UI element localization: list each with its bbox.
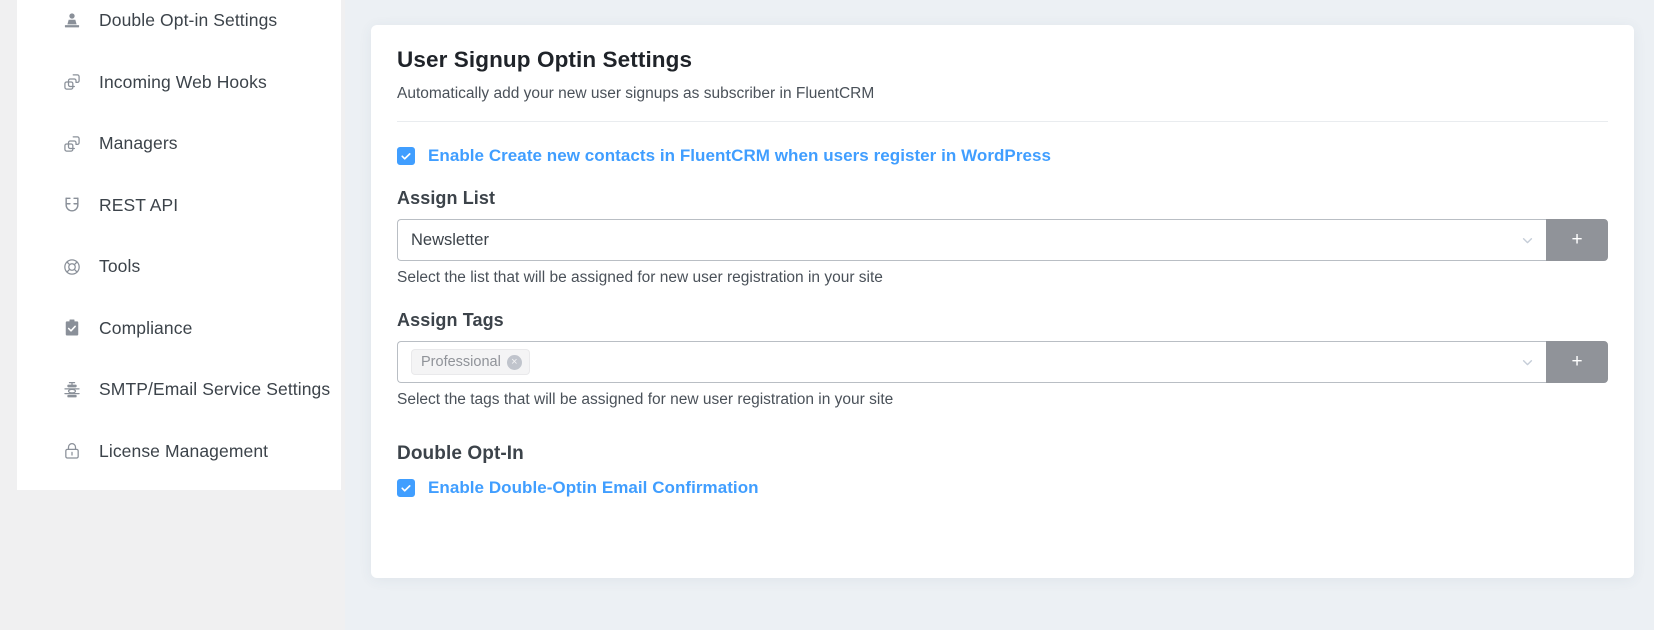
assign-list-helper-text: Select the list that will be assigned fo… bbox=[397, 269, 883, 286]
sidebar-item-incoming-web-hooks[interactable]: Incoming Web Hooks bbox=[17, 52, 341, 114]
sidebar-item-label: Managers bbox=[99, 133, 178, 154]
lock-icon bbox=[61, 440, 83, 462]
double-optin-checkbox-label[interactable]: Enable Double-Optin Email Confirmation bbox=[428, 478, 759, 498]
user-stamp-icon bbox=[61, 10, 83, 32]
sidebar-item-label: Tools bbox=[99, 256, 141, 277]
server-connection-icon bbox=[61, 379, 83, 401]
assign-tags-label: Assign Tags bbox=[397, 310, 504, 330]
clipboard-check-icon bbox=[61, 317, 83, 339]
sidebar-item-license-management[interactable]: License Management bbox=[17, 421, 341, 483]
page-subtitle: Automatically add your new user signups … bbox=[397, 85, 875, 102]
assign-list-field-group: Assign List Newsletter + Select the list… bbox=[397, 188, 1608, 287]
sidebar-item-rest-api[interactable]: REST API bbox=[17, 175, 341, 237]
assign-list-label: Assign List bbox=[397, 188, 496, 208]
chevron-down-icon bbox=[1520, 355, 1534, 369]
sidebar-item-double-optin-settings[interactable]: Double Opt-in Settings bbox=[17, 0, 341, 52]
assign-list-select[interactable]: Newsletter bbox=[397, 219, 1546, 261]
sidebar-item-label: License Management bbox=[99, 440, 269, 461]
tag-chip-professional: Professional × bbox=[411, 349, 530, 375]
assign-list-input-row: Newsletter + bbox=[397, 219, 1608, 261]
double-optin-checkbox-row[interactable]: Enable Double-Optin Email Confirmation bbox=[397, 478, 1608, 498]
sidebar-item-label: Double Opt-in Settings bbox=[99, 10, 278, 31]
tag-remove-icon[interactable]: × bbox=[506, 354, 522, 370]
sidebar-item-label: Compliance bbox=[99, 317, 193, 338]
sidebar-item-compliance[interactable]: Compliance bbox=[17, 298, 341, 360]
card-content: User Signup Optin Settings Automatically… bbox=[371, 25, 1634, 498]
assign-tags-field-group: Assign Tags Professional × + Select the … bbox=[397, 310, 1608, 409]
sidebar-item-tools[interactable]: Tools bbox=[17, 236, 341, 298]
sidebar-item-label: REST API bbox=[99, 194, 179, 215]
add-tag-button[interactable]: + bbox=[1546, 341, 1608, 383]
assign-tags-helper-text: Select the tags that will be assigned fo… bbox=[397, 391, 894, 408]
enable-signup-checkbox-label[interactable]: Enable Create new contacts in FluentCRM … bbox=[428, 146, 1051, 166]
enable-signup-checkbox[interactable] bbox=[397, 147, 415, 165]
sidebar-item-label: SMTP/Email Service Settings bbox=[99, 379, 331, 400]
assign-tags-input-row: Professional × + bbox=[397, 341, 1608, 383]
enable-signup-checkbox-row[interactable]: Enable Create new contacts in FluentCRM … bbox=[397, 146, 1608, 166]
add-list-button[interactable]: + bbox=[1546, 219, 1608, 261]
sidebar-item-smtp-email-service-settings[interactable]: SMTP/Email Service Settings bbox=[17, 359, 341, 421]
lifebuoy-icon bbox=[61, 256, 83, 278]
sidebar-list: Double Opt-in Settings Incoming Web Hook… bbox=[17, 0, 341, 482]
link-chain-icon bbox=[61, 133, 83, 155]
sidebar-item-managers[interactable]: Managers bbox=[17, 113, 341, 175]
assign-list-selected-value: Newsletter bbox=[411, 230, 489, 249]
header-divider bbox=[397, 121, 1608, 122]
tag-chip-label: Professional bbox=[421, 354, 501, 370]
link-chain-icon bbox=[61, 71, 83, 93]
double-optin-checkbox[interactable] bbox=[397, 479, 415, 497]
chevron-down-icon bbox=[1520, 233, 1534, 247]
double-optin-section-title: Double Opt-In bbox=[397, 443, 524, 464]
settings-sidebar: Double Opt-in Settings Incoming Web Hook… bbox=[17, 0, 341, 490]
sidebar-item-label: Incoming Web Hooks bbox=[99, 71, 267, 92]
app-root: Double Opt-in Settings Incoming Web Hook… bbox=[0, 0, 1654, 630]
page-title: User Signup Optin Settings bbox=[397, 47, 693, 72]
magnet-icon bbox=[61, 194, 83, 216]
user-signup-optin-settings-card: User Signup Optin Settings Automatically… bbox=[371, 25, 1634, 578]
assign-tags-select[interactable]: Professional × bbox=[397, 341, 1546, 383]
